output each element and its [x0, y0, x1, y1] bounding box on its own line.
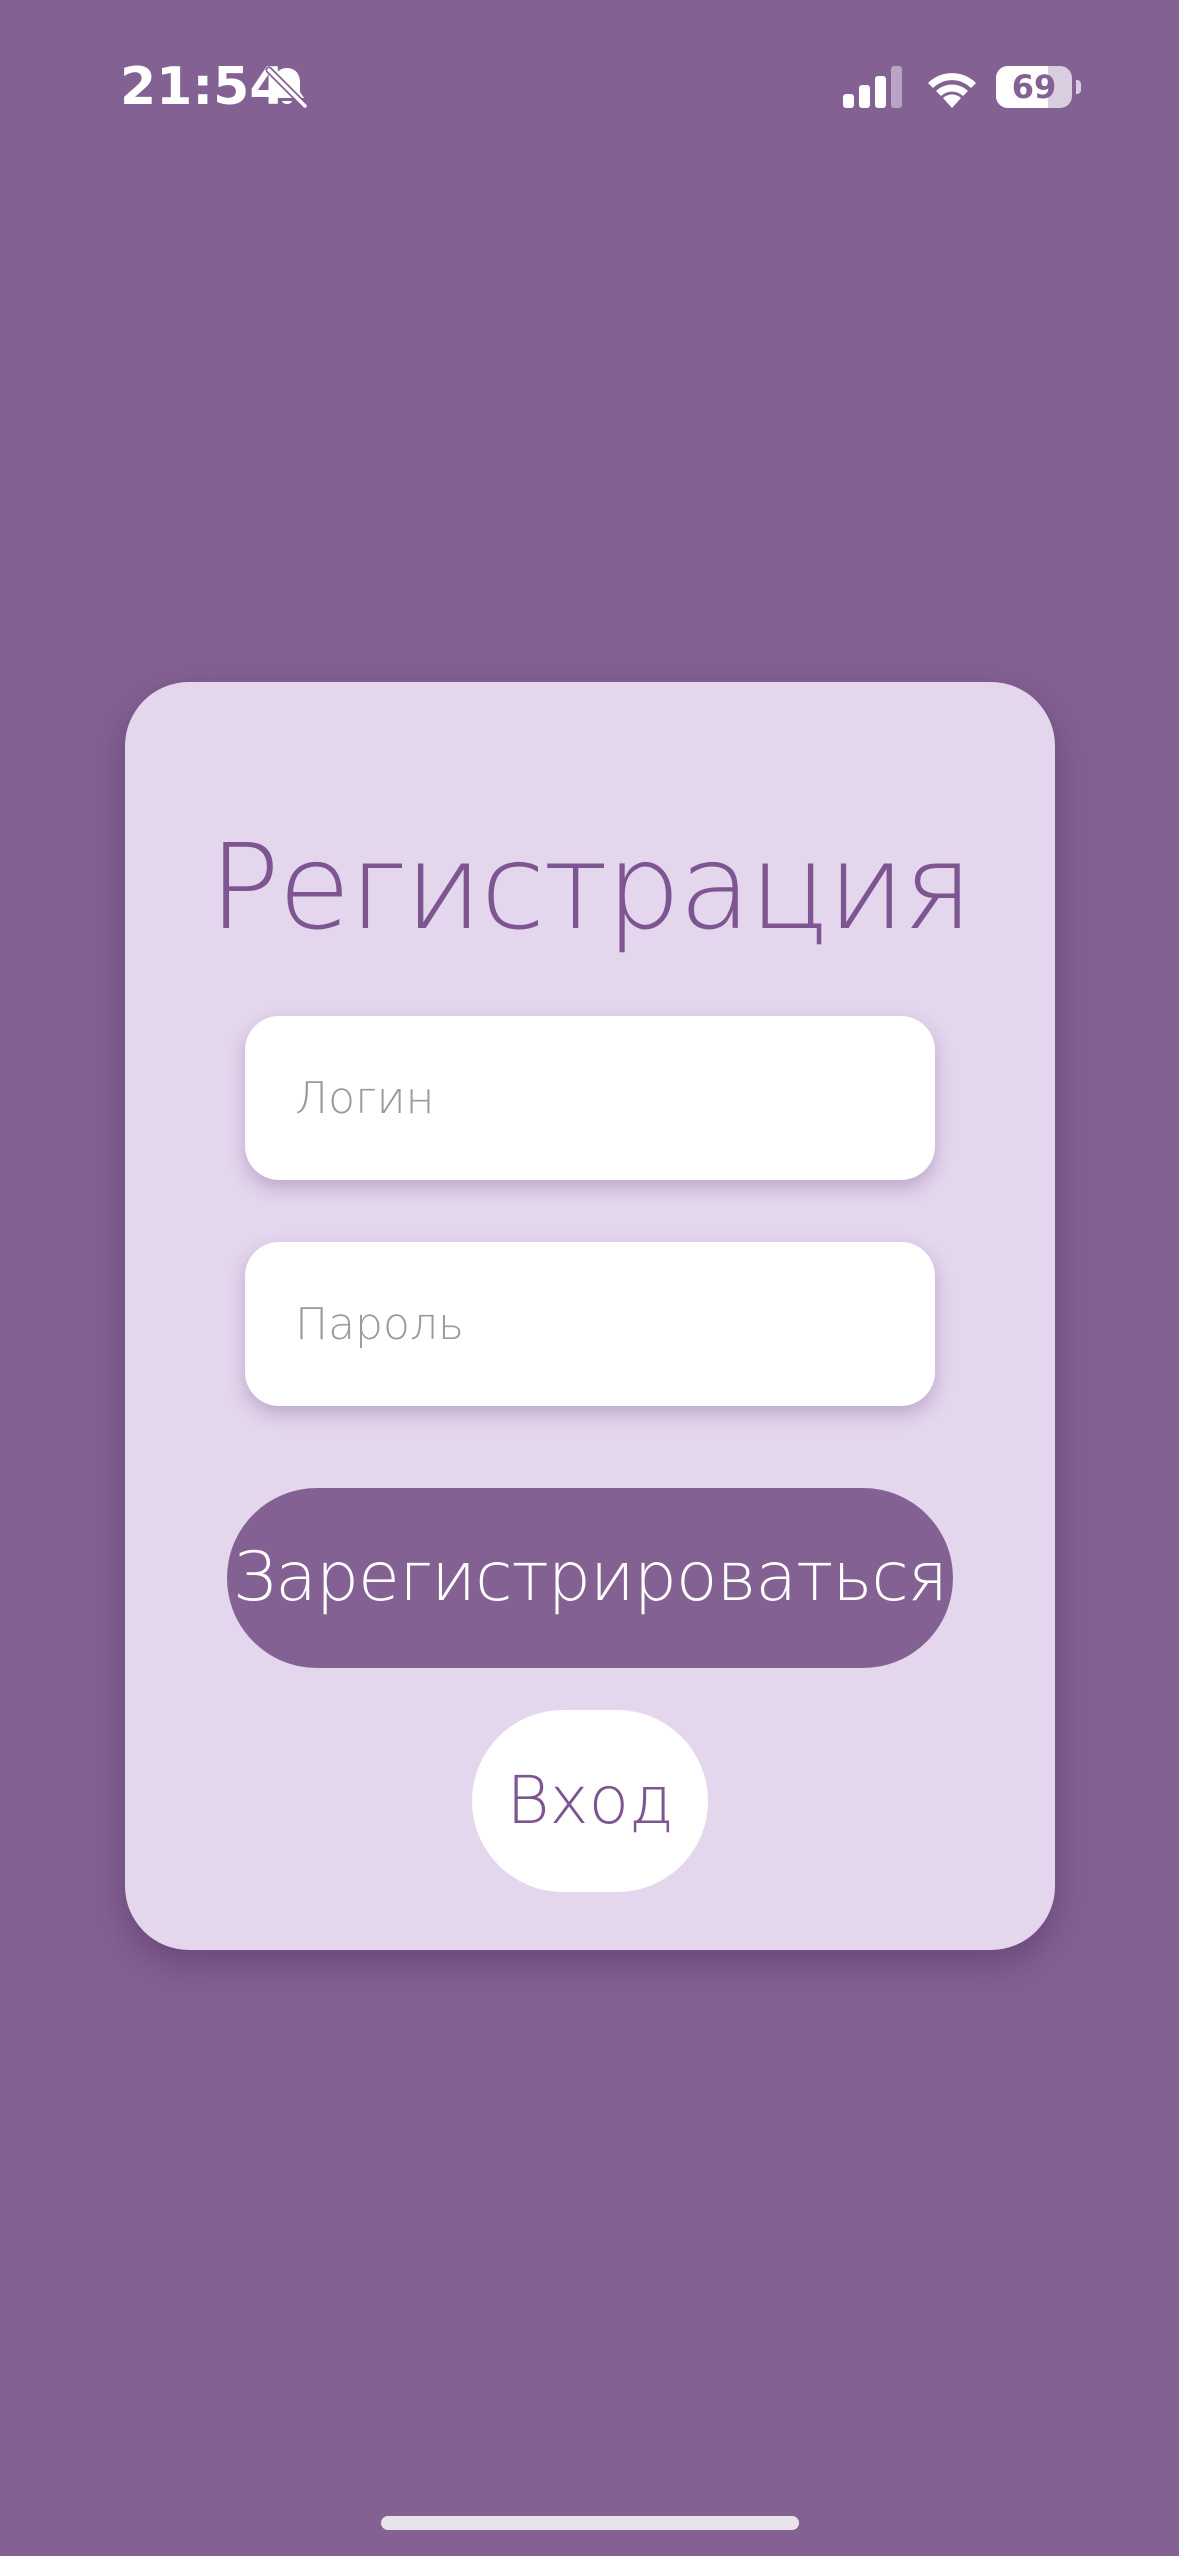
- wifi-icon: [928, 73, 976, 108]
- page-title: Регистрация: [208, 818, 973, 956]
- battery-icon: 69: [996, 66, 1082, 108]
- cellular-signal-icon: [843, 66, 902, 108]
- bell-slash-icon: [265, 66, 309, 110]
- battery-cap: [1076, 80, 1081, 94]
- password-input[interactable]: [245, 1242, 935, 1406]
- login-input[interactable]: [245, 1016, 935, 1180]
- register-button[interactable]: Зарегистрироваться: [227, 1488, 953, 1668]
- battery-body: 69: [996, 66, 1072, 108]
- status-time: 21:54: [120, 57, 286, 117]
- login-button[interactable]: Вход: [472, 1710, 708, 1892]
- password-field[interactable]: [245, 1242, 935, 1406]
- battery-level: 69: [1011, 68, 1057, 106]
- registration-card: Регистрация Зарегистрироваться Вход: [125, 682, 1055, 1950]
- login-field[interactable]: [245, 1016, 935, 1180]
- status-bar: 21:54 69: [0, 0, 1179, 180]
- home-indicator[interactable]: [381, 2516, 799, 2530]
